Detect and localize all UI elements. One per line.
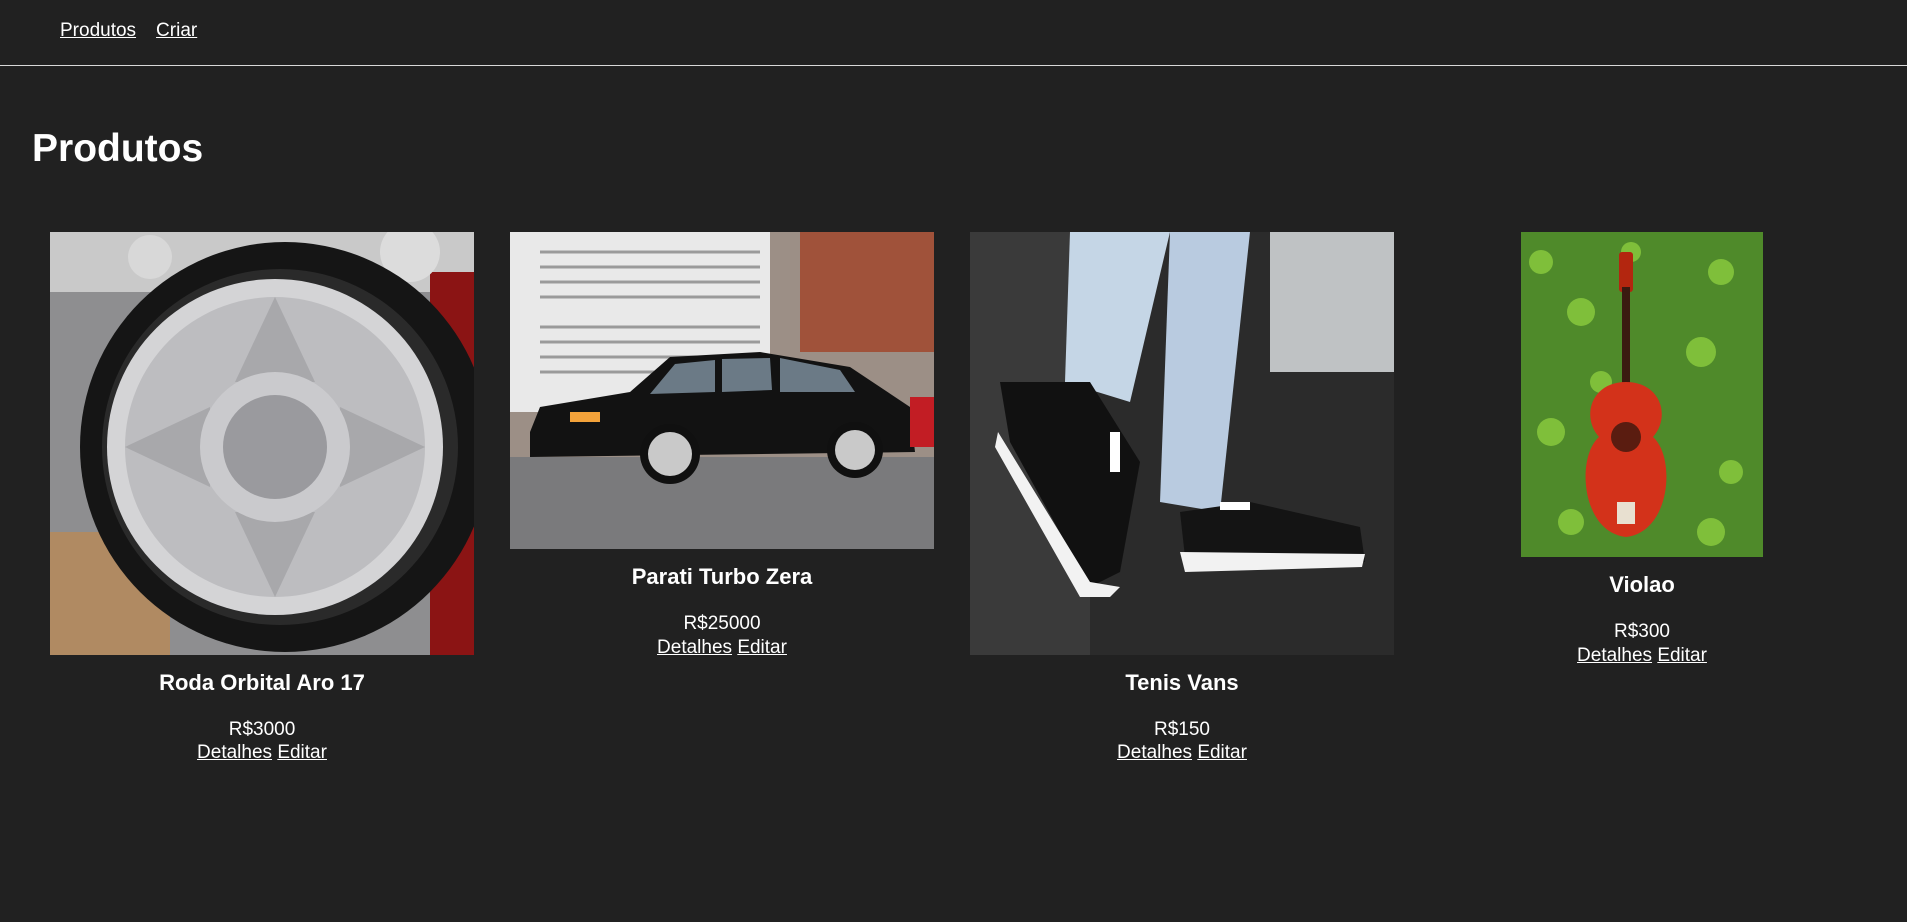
product-image-guitar <box>1521 232 1763 557</box>
edit-link[interactable]: Editar <box>1197 742 1247 763</box>
product-actions: Detalhes Editar <box>510 636 934 659</box>
product-image-sneakers <box>970 232 1394 655</box>
product-price: R$150 <box>1154 719 1210 740</box>
page-title: Produtos <box>32 127 204 170</box>
details-link[interactable]: Detalhes <box>1117 742 1192 763</box>
details-link[interactable]: Detalhes <box>1577 645 1652 666</box>
product-actions: Detalhes Editar <box>50 741 474 764</box>
product-name: Violao <box>1609 572 1675 597</box>
product-actions: Detalhes Editar <box>970 741 1394 764</box>
product-name: Roda Orbital Aro 17 <box>159 670 365 695</box>
details-link[interactable]: Detalhes <box>657 637 732 658</box>
product-card: Tenis Vans R$150 Detalhes Editar <box>970 232 1394 763</box>
product-name: Parati Turbo Zera <box>631 564 813 589</box>
edit-link[interactable]: Editar <box>1657 645 1707 666</box>
product-price: R$3000 <box>228 719 296 740</box>
top-navbar: Produtos Criar <box>0 0 1907 66</box>
product-actions: Detalhes Editar <box>1521 644 1763 667</box>
product-card: Parati Turbo Zera R$25000 Detalhes Edita… <box>510 232 934 658</box>
product-name: Tenis Vans <box>1125 670 1239 695</box>
edit-link[interactable]: Editar <box>737 637 787 658</box>
product-image-car <box>510 232 934 549</box>
details-link[interactable]: Detalhes <box>197 742 272 763</box>
product-card: Violao R$300 Detalhes Editar <box>1521 232 1763 666</box>
product-card: Roda Orbital Aro 17 R$3000 Detalhes Edit… <box>50 232 474 763</box>
product-price: R$300 <box>1614 621 1670 642</box>
edit-link[interactable]: Editar <box>277 742 327 763</box>
nav-link-criar[interactable]: Criar <box>156 20 197 42</box>
nav-link-produtos[interactable]: Produtos <box>60 20 136 42</box>
product-price: R$25000 <box>683 613 761 634</box>
product-image-wheel <box>50 232 474 655</box>
